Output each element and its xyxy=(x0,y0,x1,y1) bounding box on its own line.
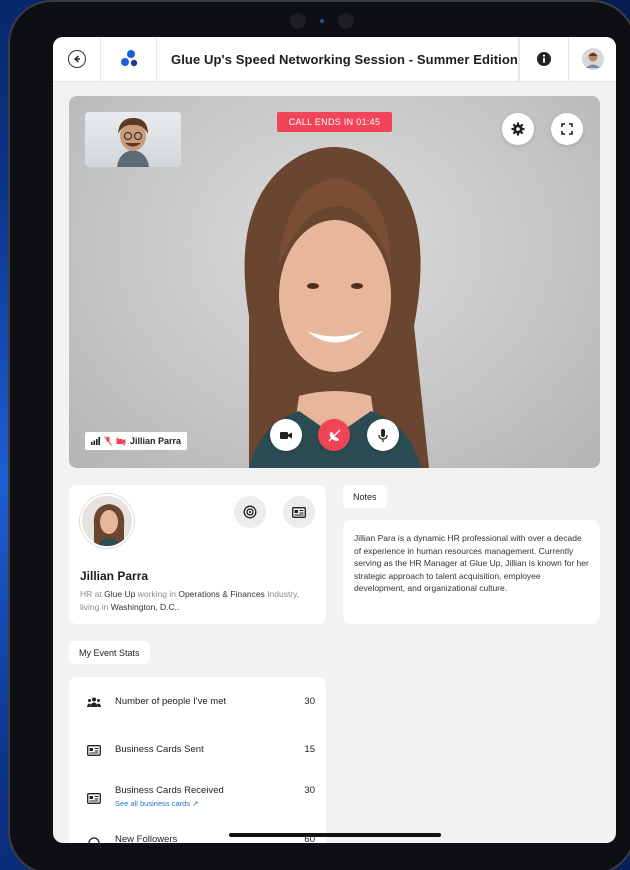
business-card-icon xyxy=(292,506,306,518)
glue-up-logo-icon xyxy=(120,50,137,67)
business-card-icon xyxy=(86,743,102,757)
profile-at: at xyxy=(94,589,102,599)
tablet-frame: Glue Up's Speed Networking Session - Sum… xyxy=(8,0,630,870)
app-screen: Glue Up's Speed Networking Session - Sum… xyxy=(53,37,616,843)
profile-location: Washington, D.C.. xyxy=(110,602,180,612)
back-arrow-icon xyxy=(67,50,86,68)
business-card-icon xyxy=(86,791,102,805)
signal-icon xyxy=(91,437,100,445)
avatar xyxy=(80,494,134,548)
notes-text: Jillian Para is a dynamic HR professiona… xyxy=(343,520,600,624)
connect-icon xyxy=(243,505,257,519)
microphone-icon xyxy=(378,428,388,442)
microphone-toggle-button[interactable] xyxy=(367,419,399,451)
see-all-business-cards-link[interactable]: See all business cards ↗ xyxy=(115,799,198,808)
settings-icon xyxy=(511,122,525,136)
self-video-preview[interactable] xyxy=(85,112,181,167)
camera-off-icon xyxy=(116,436,126,446)
people-icon xyxy=(86,695,102,709)
participant-profile-card: Jillian Parra HR at Glue Up working in O… xyxy=(69,485,326,624)
event-stats-card: Number of people I've met 30 Business Ca… xyxy=(69,677,326,843)
logo-button[interactable] xyxy=(101,37,157,82)
camera-toggle-button[interactable] xyxy=(270,419,302,451)
info-button[interactable] xyxy=(519,37,569,82)
home-indicator[interactable] xyxy=(229,833,441,837)
stat-label: Business Cards Sent xyxy=(115,744,204,755)
user-avatar xyxy=(581,48,604,70)
follower-icon xyxy=(86,836,102,843)
user-avatar-button[interactable] xyxy=(569,37,616,82)
connect-button[interactable] xyxy=(234,496,266,528)
front-camera xyxy=(267,12,377,30)
info-icon xyxy=(537,52,551,66)
business-card-button[interactable] xyxy=(283,496,315,528)
stat-label: New Followers xyxy=(115,834,178,843)
stat-label: Business Cards Received xyxy=(115,785,224,796)
self-video xyxy=(117,118,149,167)
camera-icon xyxy=(280,431,292,439)
fullscreen-icon xyxy=(561,123,573,135)
profile-name: Jillian Parra xyxy=(80,569,149,583)
profile-industry: Operations & Finances xyxy=(178,589,265,599)
fullscreen-button[interactable] xyxy=(551,113,583,145)
event-stats-label: My Event Stats xyxy=(69,641,150,664)
notes-label: Notes xyxy=(343,485,387,508)
stat-label: Number of people I've met xyxy=(115,696,227,707)
participant-name-tag: Jillian Parra xyxy=(85,432,188,450)
end-call-button[interactable] xyxy=(318,419,350,451)
participant-name: Jillian Parra xyxy=(130,436,182,446)
top-bar: Glue Up's Speed Networking Session - Sum… xyxy=(53,37,616,82)
stat-value: 30 xyxy=(304,696,315,707)
back-button[interactable] xyxy=(53,37,101,82)
video-call-area: CALL ENDS IN 01:45 Jillian Parra xyxy=(69,96,600,468)
profile-role: HR xyxy=(80,589,93,599)
page-title: Glue Up's Speed Networking Session - Sum… xyxy=(157,37,519,82)
profile-description: HR at Glue Up working in Operations & Fi… xyxy=(80,588,300,614)
stat-value: 30 xyxy=(304,785,315,796)
profile-working-in: working in xyxy=(137,589,176,599)
call-timer-badge: CALL ENDS IN 01:45 xyxy=(277,112,392,132)
stat-value: 15 xyxy=(304,744,315,755)
end-call-icon xyxy=(328,429,340,441)
profile-company: Glue Up xyxy=(104,589,136,599)
settings-button[interactable] xyxy=(502,113,534,145)
mic-off-icon xyxy=(104,436,112,446)
